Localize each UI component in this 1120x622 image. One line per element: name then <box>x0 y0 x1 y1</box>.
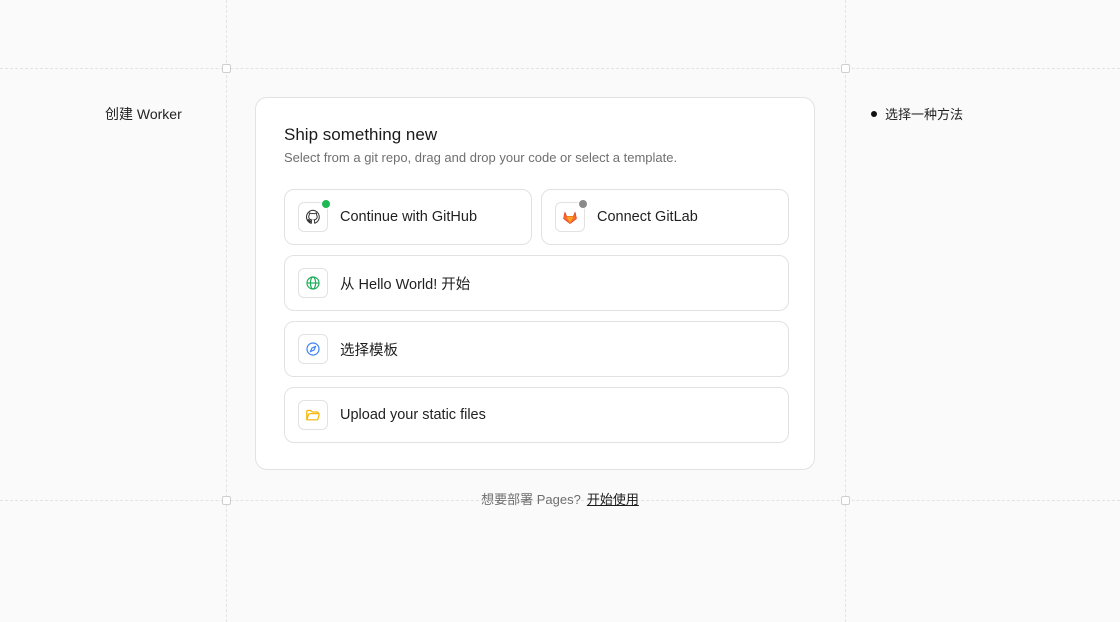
step-dot <box>871 110 877 117</box>
gitlab-option-label: Connect GitLab <box>597 209 698 225</box>
globe-icon <box>298 268 328 298</box>
guide-corner <box>841 64 850 73</box>
pages-footer: 想要部署 Pages? 开始使用 <box>0 489 1120 508</box>
folder-icon <box>298 400 328 430</box>
guide-line-right <box>845 0 846 622</box>
github-status-indicator <box>321 199 331 209</box>
step-indicator: 选择一种方法 <box>871 104 963 123</box>
hello-world-option-button[interactable]: 从 Hello World! 开始 <box>284 255 789 311</box>
card-title: Ship something new <box>284 125 438 144</box>
gitlab-icon <box>555 199 588 232</box>
github-option-button[interactable]: Continue with GitHub <box>284 189 532 245</box>
upload-option-label: Upload your static files <box>340 407 486 423</box>
pages-get-started-link[interactable]: 开始使用 <box>587 492 639 507</box>
github-icon <box>298 199 331 232</box>
guide-corner <box>222 64 231 73</box>
hello-world-option-label: 从 Hello World! 开始 <box>340 276 471 293</box>
page-heading: 创建 Worker <box>105 106 182 122</box>
card-subtitle: Select from a git repo, drag and drop yo… <box>284 150 678 165</box>
gitlab-status-indicator <box>578 199 588 209</box>
create-card: Ship something new Select from a git rep… <box>255 97 815 470</box>
github-option-label: Continue with GitHub <box>340 209 478 225</box>
pages-footer-text: 想要部署 Pages? <box>481 492 581 507</box>
upload-option-button[interactable]: Upload your static files <box>284 387 789 443</box>
compass-icon <box>298 334 328 364</box>
gitlab-option-button[interactable]: Connect GitLab <box>541 189 789 245</box>
step-label: 选择一种方法 <box>885 107 964 122</box>
guide-line-top <box>0 68 1120 69</box>
template-option-label: 选择模板 <box>340 342 398 359</box>
template-option-button[interactable]: 选择模板 <box>284 321 789 377</box>
guide-line-left <box>226 0 227 622</box>
